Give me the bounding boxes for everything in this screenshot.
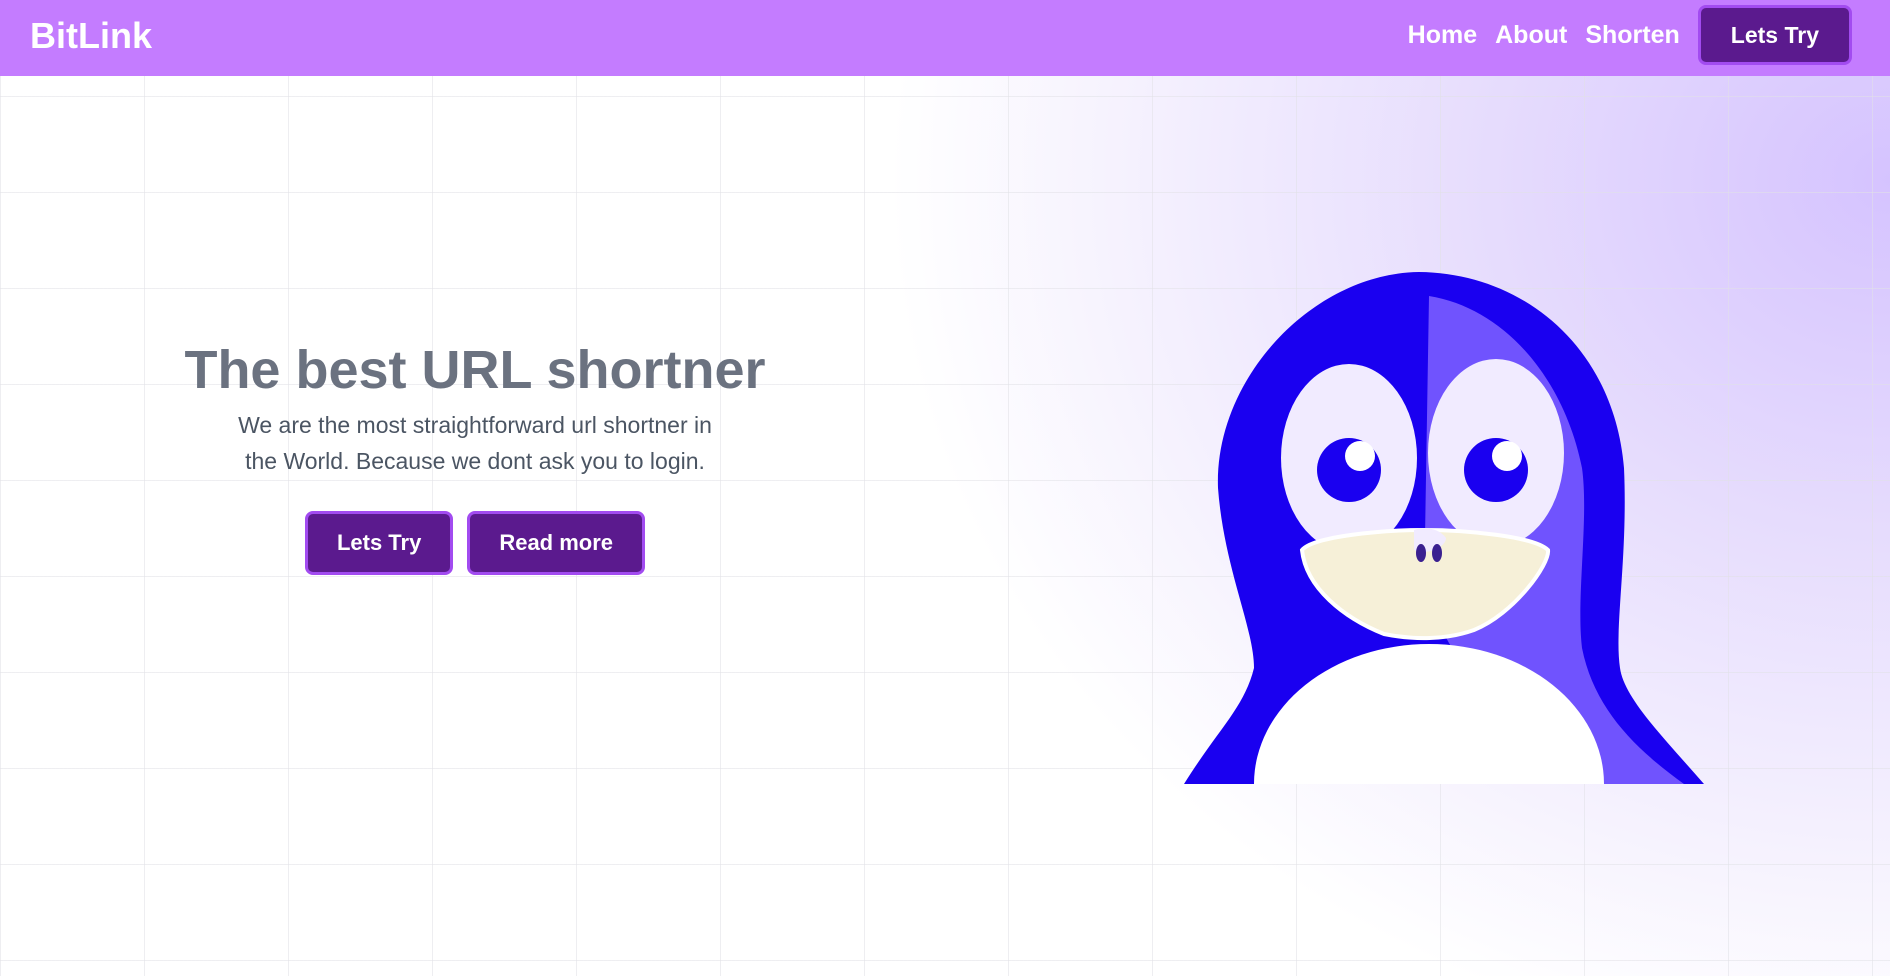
- hero-description: We are the most straightforward url shor…: [238, 412, 712, 474]
- navbar: BitLink Home About Shorten Lets Try: [0, 0, 1890, 76]
- nav-link-home[interactable]: Home: [1408, 21, 1477, 50]
- nav-lets-try-button[interactable]: Lets Try: [1697, 5, 1852, 65]
- hero-section: The best URL shortner We are the most st…: [160, 335, 790, 575]
- penguin-icon: [1184, 272, 1704, 784]
- nav-links: Home About Shorten Lets Try: [1408, 3, 1852, 67]
- hero-buttons: Lets Try Read more: [160, 511, 790, 575]
- nav-link-about[interactable]: About: [1495, 21, 1567, 50]
- hero-title: The best URL shortner: [184, 340, 766, 400]
- nav-link-shorten[interactable]: Shorten: [1585, 21, 1679, 50]
- read-more-button[interactable]: Read more: [467, 511, 646, 575]
- lets-try-button[interactable]: Lets Try: [304, 511, 454, 575]
- brand-logo[interactable]: BitLink: [30, 14, 152, 58]
